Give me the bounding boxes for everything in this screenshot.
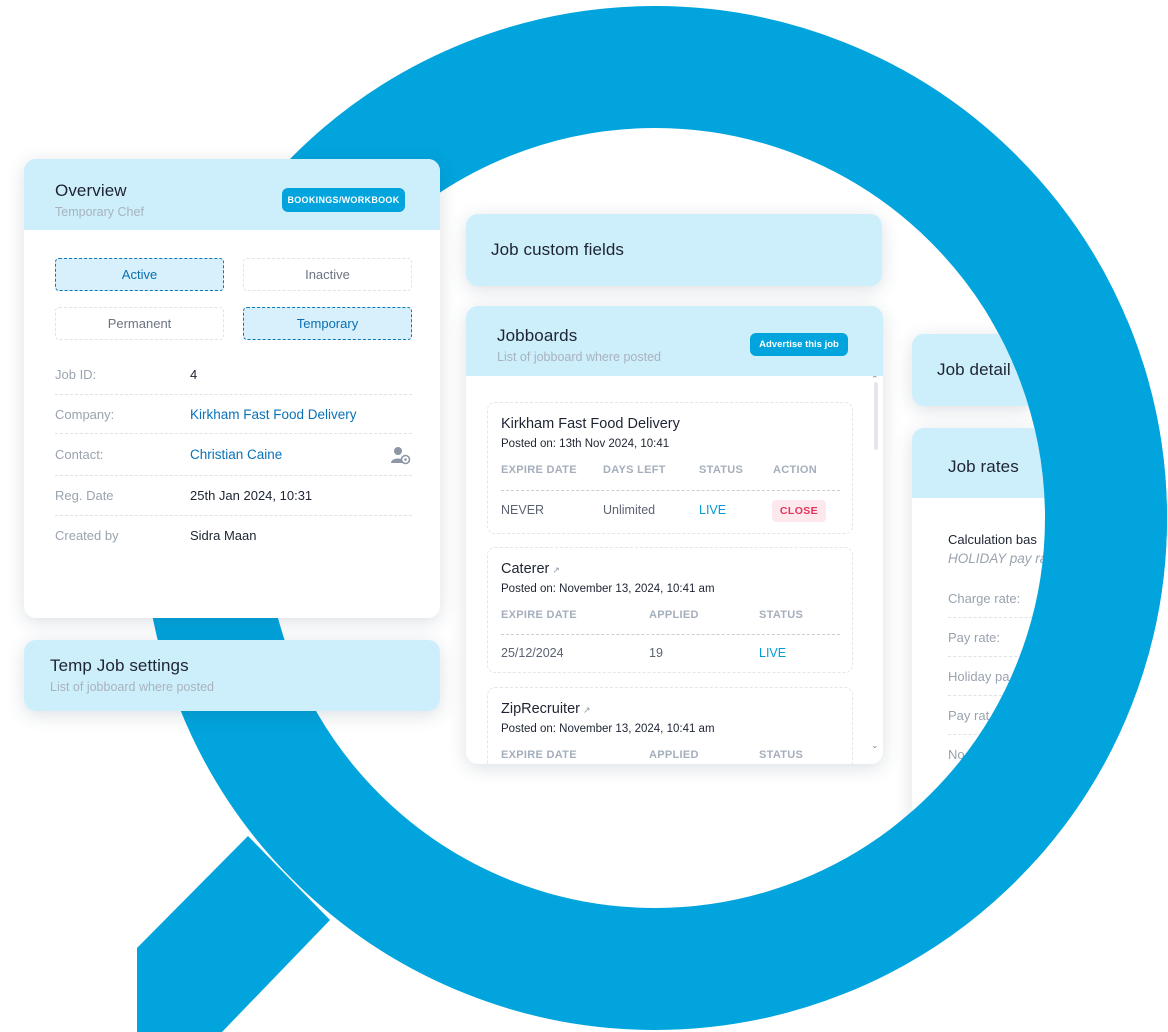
reg-date-row: Reg. Date 25th Jan 2024, 10:31 xyxy=(55,476,412,516)
col-expire-date: EXPIRE DATE xyxy=(501,464,577,476)
charge-rate-label: Charge rate: xyxy=(948,591,1021,606)
jobboards-card: Jobboards List of jobboard where posted … xyxy=(466,306,883,764)
status-live-badge: LIVE xyxy=(699,503,727,517)
company-row: Company: Kirkham Fast Food Delivery xyxy=(55,395,412,434)
applied-value: 19 xyxy=(649,646,663,660)
created-by-row: Created by Sidra Maan xyxy=(55,516,412,556)
overview-card: Overview Temporary Chef BOOKINGS/WORKBOO… xyxy=(24,159,440,618)
external-link-icon[interactable]: ↗ xyxy=(583,705,591,715)
job-rates-card: Job rates Calculation bas HOLIDAY pay ra… xyxy=(912,428,1046,828)
col-status: STATUS xyxy=(759,749,804,761)
jobboard-name[interactable]: Caterer ↗ xyxy=(501,561,560,577)
reg-date-value: 25th Jan 2024, 10:31 xyxy=(190,488,313,503)
notes-label: No xyxy=(948,747,965,762)
contact-row: Contact: Christian Caine xyxy=(55,435,412,476)
contact-link[interactable]: Christian Caine xyxy=(190,447,282,462)
divider xyxy=(501,634,840,635)
col-status: STATUS xyxy=(759,609,804,621)
jobboard-entry: Caterer ↗ Posted on: November 13, 2024, 1… xyxy=(487,547,853,673)
scroll-down-icon[interactable]: ⌄ xyxy=(871,740,879,751)
status-inactive-toggle[interactable]: Inactive xyxy=(243,258,412,291)
pay-rate-2-label: Pay rat xyxy=(948,708,990,723)
company-label: Company: xyxy=(55,407,115,422)
bookings-workbook-button[interactable]: BOOKINGS/WORKBOOK xyxy=(282,188,405,212)
jobboard-posted: Posted on: November 13, 2024, 10:41 am xyxy=(501,583,715,595)
advertise-job-button[interactable]: Advertise this job xyxy=(750,333,848,356)
jobboard-posted: Posted on: November 13, 2024, 10:41 am xyxy=(501,723,715,735)
job-custom-fields-header: Job custom fields xyxy=(466,214,882,286)
reg-date-label: Reg. Date xyxy=(55,488,114,503)
jobboards-list[interactable]: ⌃ ⌄ Kirkham Fast Food Delivery Posted on… xyxy=(466,376,883,764)
pay-rate-label: Pay rate: xyxy=(948,630,1001,645)
col-action: ACTION xyxy=(773,464,817,476)
job-custom-fields-title: Job custom fields xyxy=(491,240,625,259)
contact-label: Contact: xyxy=(55,447,104,462)
created-by-value: Sidra Maan xyxy=(190,528,257,543)
jobboard-entry: ZipRecruiter ↗ Posted on: November 13, 20… xyxy=(487,687,853,764)
job-rates-header: Job rates xyxy=(912,428,1046,498)
col-applied: APPLIED xyxy=(649,749,699,761)
type-permanent-toggle[interactable]: Permanent xyxy=(55,307,224,340)
job-id-label: Job ID: xyxy=(55,367,97,382)
col-expire-date: EXPIRE DATE xyxy=(501,609,577,621)
divider xyxy=(948,656,1046,657)
jobboard-name: Kirkham Fast Food Delivery xyxy=(501,416,680,432)
job-rates-title: Job rates xyxy=(948,457,1019,476)
job-id-value: 4 xyxy=(190,367,198,382)
expire-date-value: NEVER xyxy=(501,503,545,517)
status-active-toggle[interactable]: Active xyxy=(55,258,224,291)
calculation-basis-value: HOLIDAY pay ra xyxy=(948,551,1046,566)
col-days-left: DAYS LEFT xyxy=(603,464,666,476)
jobboard-entry: Kirkham Fast Food Delivery Posted on: 13… xyxy=(487,402,853,534)
close-button[interactable]: CLOSE xyxy=(772,500,826,522)
external-link-icon[interactable]: ↗ xyxy=(552,565,560,575)
created-by-label: Created by xyxy=(55,528,119,543)
jobboard-name-text: Caterer xyxy=(501,561,550,577)
expire-date-value: 25/12/2024 xyxy=(501,646,564,660)
divider xyxy=(501,490,840,491)
job-custom-fields-card[interactable]: Job custom fields xyxy=(466,214,882,286)
calculation-basis-label: Calculation bas xyxy=(948,532,1037,547)
col-status: STATUS xyxy=(699,464,744,476)
temp-job-settings-card[interactable]: Temp Job settings List of jobboard where… xyxy=(24,640,440,711)
col-expire-date: EXPIRE DATE xyxy=(501,749,577,761)
job-details-title: Job detail xyxy=(937,360,1011,379)
status-live-badge: LIVE xyxy=(759,646,787,660)
holiday-pay-label: Holiday pa xyxy=(948,669,1010,684)
jobboard-posted: Posted on: 13th Nov 2024, 10:41 xyxy=(501,438,670,450)
temp-job-settings-title: Temp Job settings xyxy=(50,656,189,675)
col-applied: APPLIED xyxy=(649,609,699,621)
job-id-row: Job ID: 4 xyxy=(55,355,412,395)
job-details-card[interactable]: Job detail xyxy=(912,334,1036,406)
job-details-header: Job detail xyxy=(912,334,1036,406)
temp-job-settings-header: Temp Job settings List of jobboard where… xyxy=(24,640,440,711)
jobboards-header: Jobboards List of jobboard where posted … xyxy=(466,306,883,376)
divider xyxy=(948,695,1046,696)
jobboard-name[interactable]: ZipRecruiter ↗ xyxy=(501,701,591,717)
type-temporary-toggle[interactable]: Temporary xyxy=(243,307,412,340)
days-left-value: Unlimited xyxy=(603,503,656,517)
scrollbar-thumb[interactable] xyxy=(874,382,878,450)
divider xyxy=(948,734,1046,735)
divider xyxy=(948,617,1046,618)
company-link[interactable]: Kirkham Fast Food Delivery xyxy=(190,407,357,422)
jobboard-name-text: ZipRecruiter xyxy=(501,701,580,717)
temp-job-settings-subtitle: List of jobboard where posted xyxy=(50,680,214,694)
user-settings-icon[interactable] xyxy=(390,446,412,466)
overview-header: Overview Temporary Chef BOOKINGS/WORKBOO… xyxy=(24,159,440,230)
